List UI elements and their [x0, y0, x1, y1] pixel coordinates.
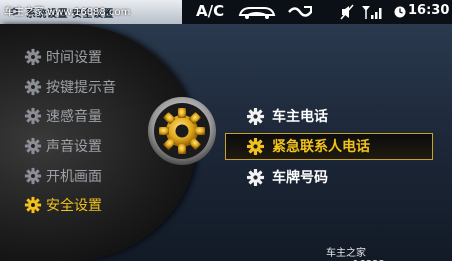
fan-icon[interactable] [286, 3, 314, 21]
menu-item-boot-screen[interactable]: 开机画面 [24, 165, 102, 187]
menu-item-label: 开机画面 [46, 169, 102, 185]
menu-item-speed-volume[interactable]: 速感音量 [24, 105, 102, 127]
sub-item-label: 车牌号码 [272, 170, 328, 186]
menu-item-label: 声音设置 [46, 139, 102, 155]
screen: 系统设置 安全设置 A/C 16:30 车主之家 www.16888.com 时… [0, 0, 452, 261]
gear-icon [246, 107, 265, 126]
sub-item-license-plate[interactable]: 车牌号码 [246, 165, 328, 189]
gear-icon [24, 137, 42, 155]
gear-icon [24, 48, 42, 66]
gear-icon [24, 107, 42, 125]
watermark-top: 车主之家 www.16888.com [4, 7, 131, 18]
gear-icon [24, 78, 42, 96]
clock-icon [394, 6, 406, 18]
signal-icon [362, 6, 382, 19]
menu-item-security-settings[interactable]: 安全设置 [24, 194, 102, 216]
menu-item-key-tone[interactable]: 按键提示音 [24, 76, 116, 98]
car-airflow-icon[interactable] [236, 3, 278, 21]
sub-item-owner-phone[interactable]: 车主电话 [246, 104, 328, 128]
sub-item-label: 车主电话 [272, 109, 328, 125]
mute-icon [340, 4, 354, 20]
menu-item-label: 按键提示音 [46, 80, 116, 96]
watermark-bottom: 车主之家 www.16888.com [326, 248, 409, 261]
menu-item-label: 速感音量 [46, 109, 102, 125]
menu-item-time-settings[interactable]: 时间设置 [24, 46, 102, 68]
gear-icon [246, 168, 265, 187]
menu-item-sound-settings[interactable]: 声音设置 [24, 135, 102, 157]
sub-item-emergency-contact-phone[interactable]: 紧急联系人电话 [246, 134, 370, 158]
gear-icon [24, 196, 42, 214]
menu-item-label: 时间设置 [46, 50, 102, 66]
gear-icon [24, 167, 42, 185]
sub-item-label: 紧急联系人电话 [272, 139, 370, 155]
gear-icon [246, 137, 265, 156]
clock-time: 16:30 [408, 3, 450, 18]
menu-item-label: 安全设置 [46, 198, 102, 214]
ac-button[interactable]: A/C [196, 2, 224, 20]
large-gear-icon [148, 97, 216, 165]
